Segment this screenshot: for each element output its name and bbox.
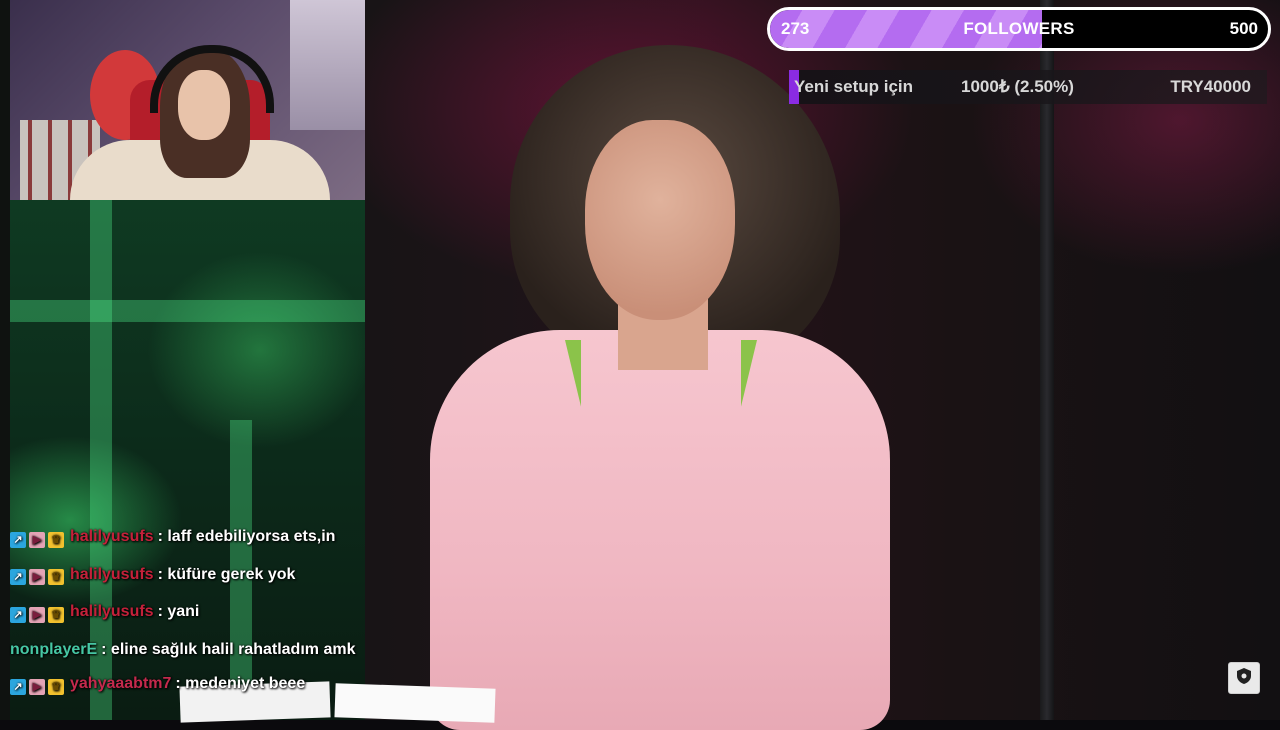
follower-goal-label: FOLLOWERS [963,19,1075,38]
donation-goal-bar: Yeni setup için 1000₺ (2.50%) TRY40000 [789,70,1267,104]
chat-message: ↗ ▶ ♛ halilyusufs: laff edebiliyorsa ets,in [10,522,390,554]
chat-text: : eline sağlık halil rahatladım amk [101,640,356,658]
follower-goal-bar: 273 FOLLOWERS 500 [767,7,1271,51]
chat-username[interactable]: yahyaaabtm7 [70,675,171,692]
follower-target: 500 [1229,19,1258,38]
chat-message: nonplayerE: eline sağlık halil rahatladı… [10,635,390,664]
vip-badge: ▶ [29,531,45,548]
overlay-corner-button[interactable] [1228,662,1260,694]
sub-badge: ↗ [10,606,26,623]
chat-badges: ↗ ▶ ♛ [10,600,67,629]
sub-badge: ↗ [10,678,26,695]
studio-pillar [1040,0,1054,720]
shield-icon [1235,667,1253,690]
chat-text: : laff edebiliyorsa ets,in [157,528,336,545]
donation-goal-progress: 1000₺ (2.50%) [961,77,1074,96]
chat-text: : medeniyet beee [175,675,306,692]
crown-badge: ♛ [48,569,64,586]
vip-badge: ▶ [29,606,45,623]
chat-username[interactable]: halilyusufs [70,528,154,545]
crown-badge: ♛ [48,531,64,548]
vip-badge: ▶ [29,678,45,695]
vip-badge: ▶ [29,569,45,586]
chat-username[interactable]: halilyusufs [70,603,154,620]
chat-text: : küfüre gerek yok [157,565,296,583]
chat-overlay: ↗ ▶ ♛ halilyusufs: laff edebiliyorsa ets,in… [10,522,390,707]
sub-badge: ↗ [10,531,26,548]
chat-message: ↗ ▶ ♛ yahyaaabtm7: medeniyet beee [10,669,390,701]
chat-badges: ↗ ▶ ♛ [10,563,67,592]
guest-speaker [390,40,910,730]
chat-badges: ↗ ▶ ♛ [10,525,67,554]
chat-username[interactable]: halilyusufs [70,566,154,583]
chat-message: ↗ ▶ ♛ halilyusufs: küfüre gerek yok [10,560,390,592]
chat-username[interactable]: nonplayerE [10,641,97,658]
sub-badge: ↗ [10,569,26,586]
chat-message: ↗ ▶ ♛ halilyusufs: yani [10,597,390,629]
donation-goal-title: Yeni setup için [794,77,914,96]
crown-badge: ♛ [48,606,64,623]
crown-badge: ♛ [48,678,64,695]
chat-badges: ↗ ▶ ♛ [10,672,67,701]
streamer-webcam [10,0,365,200]
chat-text: : yani [157,603,200,620]
donation-goal-target: TRY40000 [1170,77,1251,96]
